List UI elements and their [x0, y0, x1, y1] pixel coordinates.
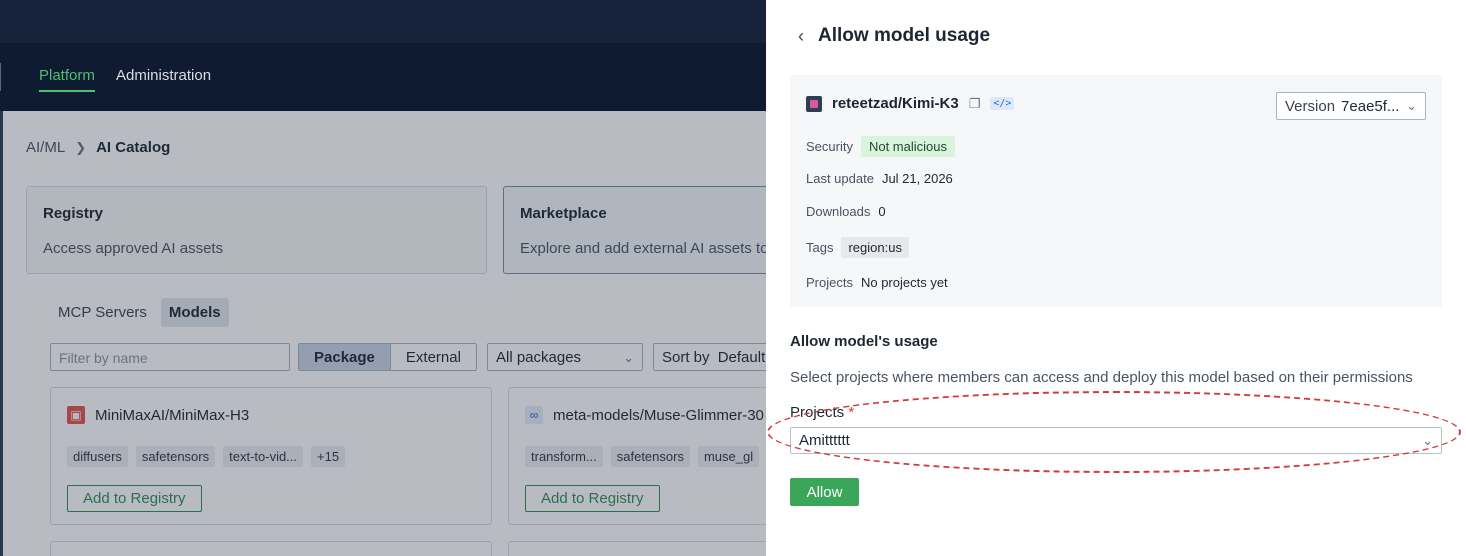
projects-field-label: Projects * [790, 404, 854, 421]
security-badge: Not malicious [860, 136, 955, 157]
security-label: Security [806, 139, 853, 154]
downloads-value: 0 [878, 204, 886, 219]
model-info-box: reteetzad/Kimi-K3 ❐ </> Version 7eae5f..… [790, 75, 1442, 307]
copy-icon[interactable]: ❐ [969, 96, 981, 112]
nav-item-platform[interactable]: Platform [39, 67, 95, 92]
projects-label: Projects [806, 275, 853, 290]
version-label: Version [1285, 97, 1336, 115]
code-icon[interactable]: </> [990, 97, 1015, 110]
allow-button[interactable]: Allow [790, 478, 859, 506]
projects-row: Projects No projects yet [806, 275, 948, 290]
last-update-label: Last update [806, 171, 874, 186]
downloads-label: Downloads [806, 204, 871, 219]
model-avatar-icon [806, 95, 822, 112]
projects-select[interactable]: Amitttttt ⌄ [790, 427, 1442, 454]
last-update-value: Jul 21, 2026 [881, 171, 953, 186]
panel-title: Allow model usage [818, 25, 991, 46]
required-mark: * [848, 404, 855, 421]
chevron-down-icon: ⌄ [1422, 432, 1433, 448]
downloads-row: Downloads 0 [806, 204, 886, 219]
allow-model-usage-panel: ‹ Allow model usage reteetzad/Kimi-K3 ❐ … [766, 0, 1466, 556]
section-description: Select projects where members can access… [790, 369, 1413, 386]
tags-label: Tags [806, 240, 834, 255]
security-row: Security Not malicious [806, 136, 955, 157]
section-title: Allow model's usage [790, 333, 938, 350]
projects-select-value: Amitttttt [799, 432, 850, 449]
model-name: reteetzad/Kimi-K3 [832, 95, 959, 112]
projects-value: No projects yet [860, 275, 948, 290]
back-chevron-icon[interactable]: ‹ [798, 24, 804, 48]
last-update-row: Last update Jul 21, 2026 [806, 171, 953, 186]
modal-overlay[interactable] [0, 111, 766, 556]
nav-divider [0, 63, 1, 91]
tags-row: Tags region:us [806, 237, 909, 258]
tag-badge: region:us [841, 237, 909, 258]
version-dropdown[interactable]: Version 7eae5f... ⌄ [1276, 92, 1426, 120]
projects-field-label-text: Projects [790, 404, 845, 421]
chevron-down-icon: ⌄ [1406, 98, 1417, 113]
version-value: 7eae5f... [1341, 97, 1400, 115]
nav-item-administration[interactable]: Administration [116, 67, 211, 90]
